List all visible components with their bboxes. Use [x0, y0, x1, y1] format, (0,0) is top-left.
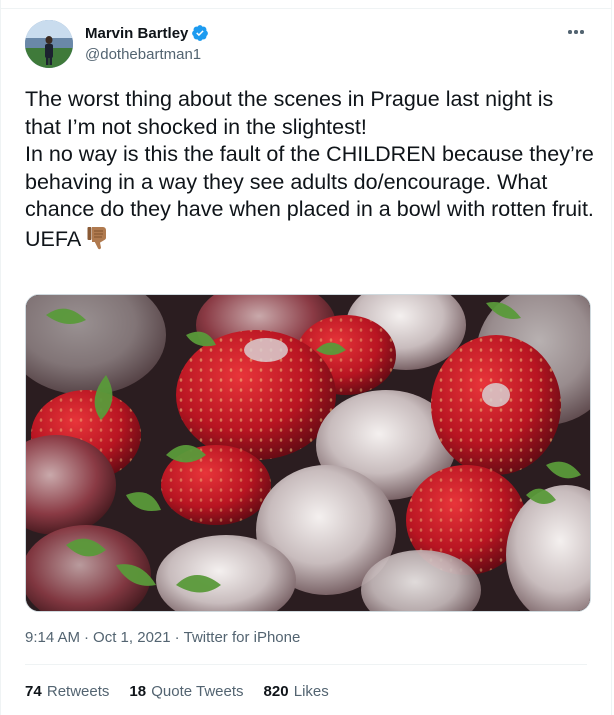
likes-count: 820: [263, 683, 289, 700]
tweet-source[interactable]: Twitter for iPhone: [184, 629, 301, 646]
quote-tweets-count: 18: [129, 683, 147, 700]
tweet-date[interactable]: Oct 1, 2021: [93, 629, 171, 646]
tweet-meta: 9:14 AM · Oct 1, 2021 · Twitter for iPho…: [25, 629, 300, 646]
more-dot-icon: [568, 30, 572, 34]
divider: [25, 664, 587, 665]
tweet-text: The worst thing about the scenes in Prag…: [25, 86, 595, 257]
tweet-card: Marvin Bartley @dothebartman1 The worst …: [0, 0, 612, 715]
retweets-stat[interactable]: 74 Retweets: [25, 683, 109, 700]
user-handle[interactable]: @dothebartman1: [85, 46, 201, 63]
quote-tweets-stat[interactable]: 18 Quote Tweets: [129, 683, 243, 700]
more-dot-icon: [580, 30, 584, 34]
more-dot-icon: [574, 30, 578, 34]
tweet-time[interactable]: 9:14 AM: [25, 629, 80, 646]
name-row: Marvin Bartley: [85, 24, 209, 42]
retweets-label: Retweets: [46, 683, 110, 700]
verified-badge-icon: [191, 24, 209, 42]
card-top-border: [1, 8, 611, 9]
avatar-photo: [25, 20, 73, 68]
quote-tweets-label: Quote Tweets: [151, 683, 244, 700]
more-options-button[interactable]: [563, 22, 589, 42]
likes-label: Likes: [293, 683, 329, 700]
strawberries-photo: [26, 295, 590, 611]
meta-separator: ·: [174, 629, 180, 646]
likes-stat[interactable]: 820 Likes: [264, 683, 329, 700]
retweets-count: 74: [25, 683, 42, 700]
tweet-photo[interactable]: [25, 294, 591, 612]
display-name[interactable]: Marvin Bartley: [85, 25, 188, 42]
thumbs-down-icon: [85, 224, 111, 258]
meta-separator: ·: [84, 629, 90, 646]
avatar[interactable]: [25, 20, 73, 68]
engagement-stats: 74 Retweets 18 Quote Tweets 820 Likes: [25, 683, 349, 700]
